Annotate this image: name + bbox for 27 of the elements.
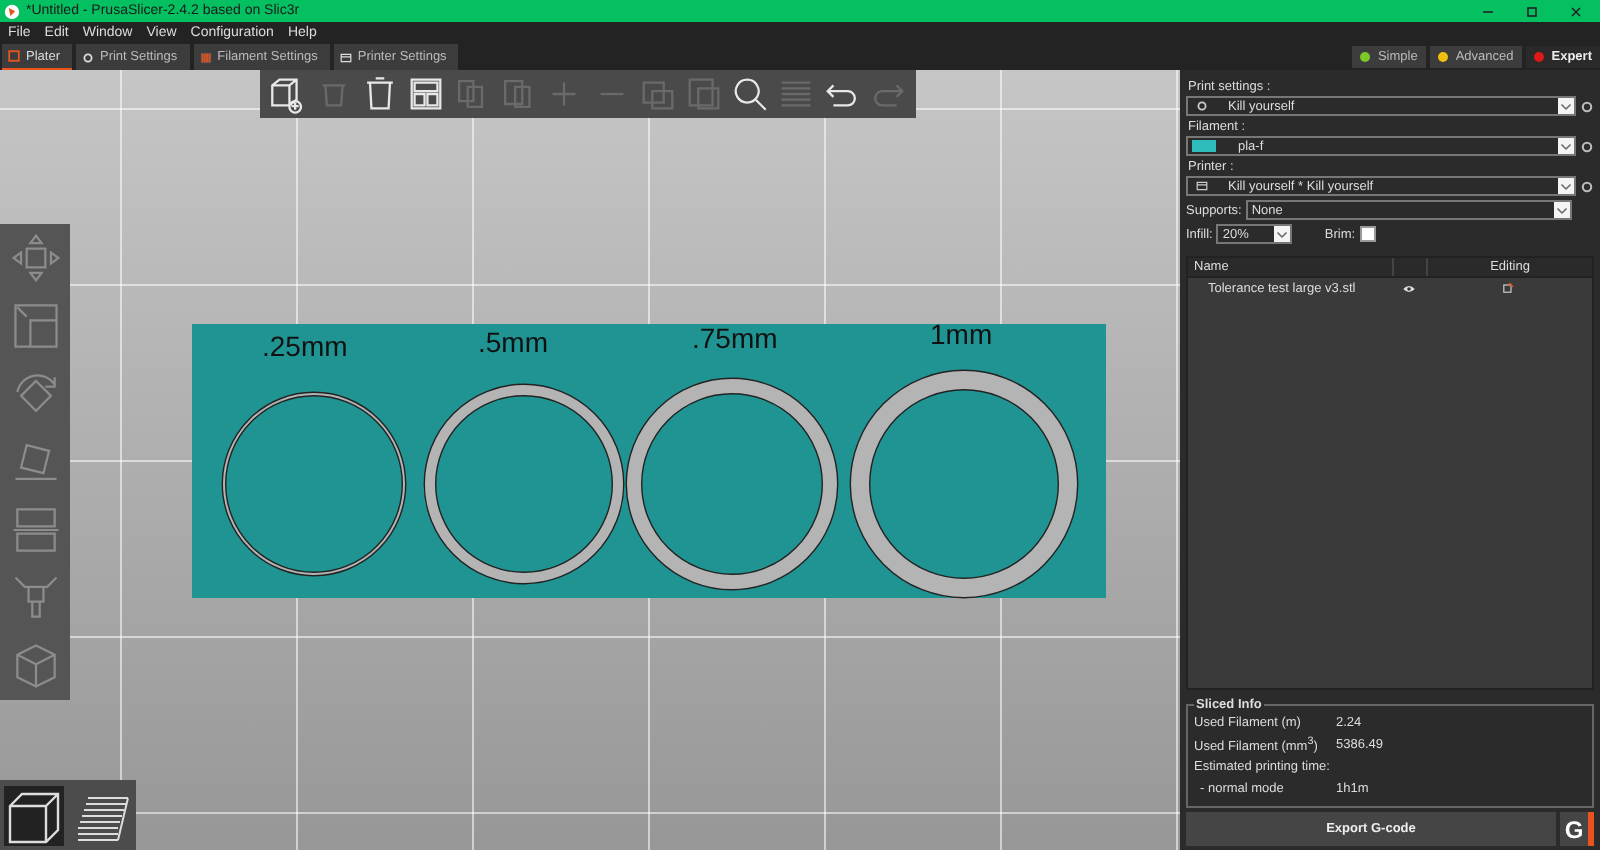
caret-icon — [1560, 100, 1572, 112]
arrange-icon[interactable] — [405, 74, 446, 114]
gear-icon — [81, 51, 94, 63]
model-label: .5mm — [478, 328, 548, 356]
tab-icon — [8, 50, 20, 62]
brim-checkbox[interactable] — [1359, 226, 1376, 242]
model-label: 1mm — [930, 320, 993, 348]
add-icon[interactable] — [267, 74, 308, 114]
model-label: .25mm — [262, 332, 348, 360]
search-icon[interactable] — [729, 74, 770, 114]
caret-icon — [1560, 140, 1572, 152]
edit-icon[interactable] — [1502, 282, 1514, 294]
app-logo-icon — [4, 3, 20, 19]
gear-icon — [1196, 100, 1208, 112]
tab-icon — [199, 51, 212, 63]
close-icon[interactable] — [1568, 3, 1584, 19]
eye-icon[interactable] — [1401, 283, 1415, 293]
send-button[interactable]: G — [1560, 812, 1594, 846]
printer-icon — [1196, 180, 1208, 192]
settings-icon[interactable] — [1580, 139, 1594, 153]
settings-icon[interactable] — [1580, 99, 1594, 113]
tab-icon — [339, 51, 352, 63]
model-label: .75mm — [692, 324, 778, 352]
cube-icon[interactable] — [4, 785, 64, 845]
caret-icon — [1276, 228, 1289, 240]
settings-icon[interactable] — [1580, 179, 1594, 193]
maximize-icon[interactable] — [1524, 3, 1540, 19]
